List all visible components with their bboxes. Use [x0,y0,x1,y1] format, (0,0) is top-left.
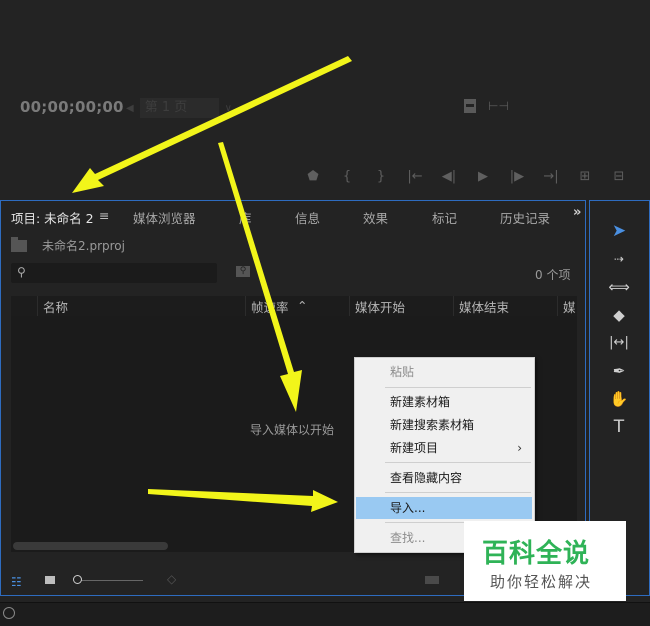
menu-separator [385,387,531,388]
tab-libraries[interactable]: 库 [239,208,252,227]
zoom-slider-track [77,580,143,581]
horizontal-scrollbar[interactable] [13,542,168,550]
column-divider [37,296,38,316]
mark-in-icon[interactable]: { [330,169,364,184]
submenu-arrow-icon: › [517,441,522,455]
status-icon[interactable] [3,607,15,619]
column-media-start[interactable]: 媒体开始 [355,297,405,316]
overwrite-icon[interactable]: ⊟ [602,169,636,184]
watermark-subtitle: 助你轻松解决 [490,573,593,591]
menu-item-new-item[interactable]: 新建项目 › [356,437,532,459]
panel-tabs: 项目: 未命名 2 ≡ 媒体浏览器 库 信息 效果 标记 历史记录 » [1,201,587,229]
tab-history[interactable]: 历史记录 [500,208,550,227]
insert-icon[interactable]: ⊞ [568,169,602,184]
folder-icon [11,236,27,252]
menu-item-new-bin[interactable]: 新建素材箱 [356,391,532,413]
column-divider [453,296,454,316]
column-frame-rate[interactable]: 帧速率 [251,297,289,316]
menu-separator [385,492,531,493]
menu-separator [385,462,531,463]
project-filename: 未命名2.prproj [42,239,125,253]
page-selector-value: 第 1 页 [139,98,219,118]
timecode-display[interactable]: 00;00;00;00 [20,98,124,116]
go-to-in-icon[interactable]: |← [398,169,432,184]
menu-item-view-hidden[interactable]: 查看隐藏内容 [356,467,532,489]
tabs-overflow-icon[interactable]: » [573,205,581,220]
triangle-left-icon: ◀ [126,102,134,114]
pen-icon[interactable]: ✒ [608,361,630,381]
trim-icon[interactable]: ⊢⊣ [488,99,509,113]
menu-item-new-item-label: 新建项目 [390,441,439,455]
ripple-edit-icon[interactable]: ⟺ [608,277,630,297]
step-back-icon[interactable]: ◀| [432,169,466,184]
program-monitor: 00;00;00;00 ◀ 第 1 页 ∨ ⊢⊣ ⬟ { } |← ◀| ▶ |… [0,0,650,200]
marker-icon[interactable]: ⬟ [296,169,330,184]
item-count: 0 个项 [535,268,571,282]
tab-project[interactable]: 项目: 未命名 2 [11,208,94,227]
search-icon: ⚲ [17,265,26,279]
hand-icon[interactable]: ✋ [608,389,630,409]
film-icon[interactable] [464,99,476,113]
zoom-slider-thumb[interactable] [73,575,82,584]
razor-icon[interactable]: ◆ [608,305,630,325]
column-media-end[interactable]: 媒体结束 [459,297,509,316]
track-select-icon[interactable]: ⇢ [608,249,630,269]
sort-icon[interactable]: ◇ [167,572,176,586]
columns-header: 名称 帧速率 ⌃ 媒体开始 媒体结束 媒 [11,296,577,316]
transport-controls: ⬟ { } |← ◀| ▶ |▶ →| ⊞ ⊟ [296,166,636,186]
project-file: 未命名2.prproj [11,236,125,254]
menu-item-new-search-bin[interactable]: 新建搜索素材箱 [356,414,532,436]
empty-hint: 导入媒体以开始 [250,423,335,437]
column-divider [349,296,350,316]
slip-icon[interactable]: |↔| [608,333,630,353]
zoom-slider[interactable] [73,575,145,585]
tab-info[interactable]: 信息 [295,208,320,227]
menu-item-paste[interactable]: 粘贴 [356,361,532,383]
icon-view-icon[interactable] [45,576,55,584]
new-search-bin-icon[interactable]: ⚲ [236,266,250,277]
tab-effects[interactable]: 效果 [363,208,388,227]
play-icon[interactable]: ▶ [466,169,500,184]
automate-to-sequence-icon[interactable] [425,576,439,584]
tab-media-browser[interactable]: 媒体浏览器 [133,208,196,227]
chevron-down-icon: ∨ [224,102,232,114]
mark-out-icon[interactable]: } [364,169,398,184]
watermark-title: 百科全说 [482,539,591,569]
menu-item-import[interactable]: 导入... [356,497,532,519]
selection-tool-icon[interactable]: ➤ [608,221,630,241]
column-name[interactable]: 名称 [43,297,68,316]
step-forward-icon[interactable]: |▶ [500,169,534,184]
sort-ascending-icon: ⌃ [297,298,308,313]
panel-menu-icon[interactable]: ≡ [99,208,109,223]
column-divider [557,296,558,316]
column-divider [245,296,246,316]
go-to-out-icon[interactable]: →| [534,169,568,184]
search-input[interactable]: ⚲ [11,263,217,283]
type-tool-icon[interactable]: T [608,417,630,437]
list-view-icon[interactable]: ☷ [11,575,22,589]
status-bar [0,602,650,626]
column-media-truncated[interactable]: 媒 [563,297,576,316]
watermark-logo: 百科全说 助你轻松解决 [464,521,626,601]
tab-markers[interactable]: 标记 [432,208,457,227]
page-selector[interactable]: ◀ 第 1 页 ∨ [126,98,232,118]
